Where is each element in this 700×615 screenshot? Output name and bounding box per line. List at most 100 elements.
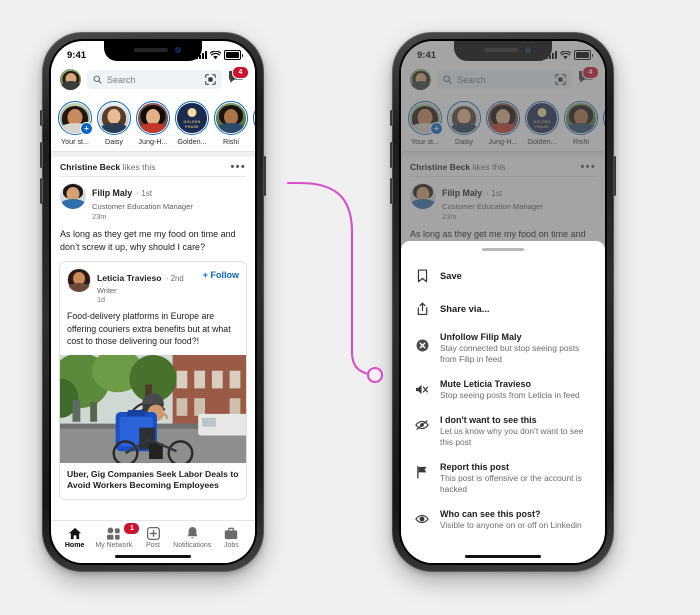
mute-switch[interactable]	[40, 110, 43, 126]
power-button[interactable]	[263, 156, 266, 196]
connector-endpoint-circle	[366, 366, 384, 384]
phone-left-screen: 9:41 Search 4 + Your st... Daisy Jung-H.…	[51, 41, 255, 563]
story-label: Golden...	[177, 137, 207, 146]
nav-item-home[interactable]: Home	[55, 526, 94, 549]
messaging-button[interactable]: 4	[228, 66, 249, 89]
action-item-mute[interactable]: Mute Leticia Travieso Stop seeing posts …	[401, 372, 605, 408]
story-item-0[interactable]: + Your st...	[58, 101, 93, 146]
social-proof-name[interactable]: Christine Beck	[60, 162, 120, 172]
story-item-3[interactable]: GOLDEN PHASE Golden...	[175, 101, 209, 146]
action-item-share-via[interactable]: Share via...	[401, 292, 605, 325]
phone-right: 9:41	[390, 32, 616, 572]
search-input[interactable]: Search	[87, 70, 222, 89]
search-icon	[93, 75, 102, 84]
volume-up-button[interactable]	[390, 142, 393, 168]
nav-item-my-network[interactable]: 1 My Network	[94, 521, 141, 549]
action-item-save[interactable]: Save	[401, 259, 605, 292]
mute-speaker-icon	[414, 379, 430, 396]
status-indicators	[196, 50, 243, 60]
action-sheet-items: Save Share via... Unfollow Filip Maly St…	[401, 255, 605, 538]
action-item-report[interactable]: Report this post This post is offensive …	[401, 455, 605, 502]
front-camera	[175, 47, 181, 53]
volume-down-button[interactable]	[40, 178, 43, 204]
nav-label: Home	[64, 541, 85, 549]
eye-slash-icon	[414, 415, 430, 431]
action-subtitle: Let us know why you don’t want to see th…	[440, 426, 584, 448]
action-item-unfollow[interactable]: Unfollow Filip Maly Stay connected but s…	[401, 325, 605, 372]
shared-post-timestamp: 1d	[97, 295, 105, 304]
avatar[interactable]	[60, 183, 86, 209]
action-title: Unfollow Filip Maly	[440, 332, 522, 343]
eye-icon	[414, 509, 430, 525]
share-icon	[414, 301, 430, 316]
nav-label: Notifications	[173, 541, 212, 549]
circle-x-icon	[414, 332, 430, 352]
stories-row[interactable]: + Your st... Daisy	[51, 97, 255, 151]
bookmark-icon	[414, 268, 430, 283]
shared-author-headline: Writer	[97, 286, 117, 295]
wifi-icon	[210, 50, 221, 59]
home-indicator[interactable]	[465, 554, 541, 558]
shared-post-header: Leticia Travieso · 2nd Writer 1d + Follo…	[60, 262, 246, 309]
shared-post-card[interactable]: Leticia Travieso · 2nd Writer 1d + Follo…	[59, 261, 247, 500]
my-network-icon: 1	[94, 521, 141, 541]
earpiece-speaker	[134, 48, 168, 52]
messaging-badge: 4	[232, 66, 249, 79]
story-item-5[interactable]: Fatim...	[253, 101, 255, 146]
article-image[interactable]	[60, 354, 246, 463]
story-label: Your st...	[60, 137, 90, 146]
story-label: Daisy	[105, 137, 123, 146]
screenshot-stage: 9:41 Search 4 + Your st... Daisy Jung-H.…	[0, 0, 700, 615]
story-label: Jung-H...	[138, 137, 168, 146]
power-button[interactable]	[613, 156, 616, 196]
shared-author-name[interactable]: Leticia Travieso	[97, 273, 162, 283]
action-title: Share via...	[440, 303, 490, 315]
notch	[104, 41, 202, 61]
search-placeholder: Search	[107, 74, 136, 85]
social-proof-row: Christine Beck likes this •••	[51, 157, 255, 176]
avatar[interactable]	[67, 268, 91, 292]
story-label: Fatim...	[253, 137, 255, 146]
story-item-4[interactable]: Rishi	[214, 101, 248, 146]
story-item-1[interactable]: Daisy	[97, 101, 131, 146]
add-story-icon[interactable]: +	[80, 122, 93, 135]
volume-up-button[interactable]	[40, 142, 43, 168]
article-title[interactable]: Uber, Gig Companies Seek Labor Deals to …	[60, 462, 246, 499]
volume-down-button[interactable]	[390, 178, 393, 204]
action-title: Report this post	[440, 462, 509, 473]
phone-left-bezel: 9:41 Search 4 + Your st... Daisy Jung-H.…	[49, 39, 257, 565]
nav-label: My Network	[95, 541, 133, 549]
home-indicator[interactable]	[115, 554, 191, 558]
profile-avatar[interactable]	[60, 69, 81, 90]
post-timestamp: 23m	[92, 212, 107, 221]
post-author[interactable]: Filip Maly · 1st Customer Education Mana…	[51, 177, 255, 225]
follow-button[interactable]: + Follow	[203, 268, 239, 280]
flag-icon	[414, 462, 430, 479]
action-title: Save	[440, 270, 462, 282]
more-options-icon[interactable]: •••	[231, 162, 246, 173]
author-name[interactable]: Filip Maly	[92, 188, 132, 198]
social-proof-action: likes this	[122, 162, 156, 172]
action-subtitle: This post is offensive or the account is…	[440, 473, 582, 495]
nav-label: Jobs	[224, 541, 239, 549]
phone-right-screen: 9:41	[401, 41, 605, 563]
briefcase-icon	[212, 526, 251, 541]
post-plus-icon	[133, 526, 172, 541]
mute-switch[interactable]	[390, 110, 393, 126]
nav-item-post[interactable]: Post	[133, 526, 172, 549]
action-item-dont-want-to-see[interactable]: I don't want to see this Let us know why…	[401, 408, 605, 455]
feed-post: Christine Beck likes this •••	[51, 157, 255, 500]
qr-scan-icon[interactable]	[205, 74, 216, 85]
sheet-grabber[interactable]	[482, 248, 524, 252]
action-subtitle: Stay connected but stop seeing posts fro…	[440, 343, 580, 365]
story-item-2[interactable]: Jung-H...	[136, 101, 170, 146]
status-time: 9:41	[67, 49, 87, 61]
post-body-text: As long as they get me my food on time a…	[60, 229, 236, 252]
nav-label: Post	[146, 541, 161, 549]
action-title: Who can see this post?	[440, 509, 541, 520]
nav-item-jobs[interactable]: Jobs	[212, 526, 251, 549]
nav-item-notifications[interactable]: Notifications	[173, 526, 212, 549]
author-headline: Customer Education Manager	[92, 202, 193, 211]
action-subtitle: Stop seeing posts from Leticia in feed	[440, 390, 580, 401]
action-item-who-can-see[interactable]: Who can see this post? Visible to anyone…	[401, 502, 605, 538]
